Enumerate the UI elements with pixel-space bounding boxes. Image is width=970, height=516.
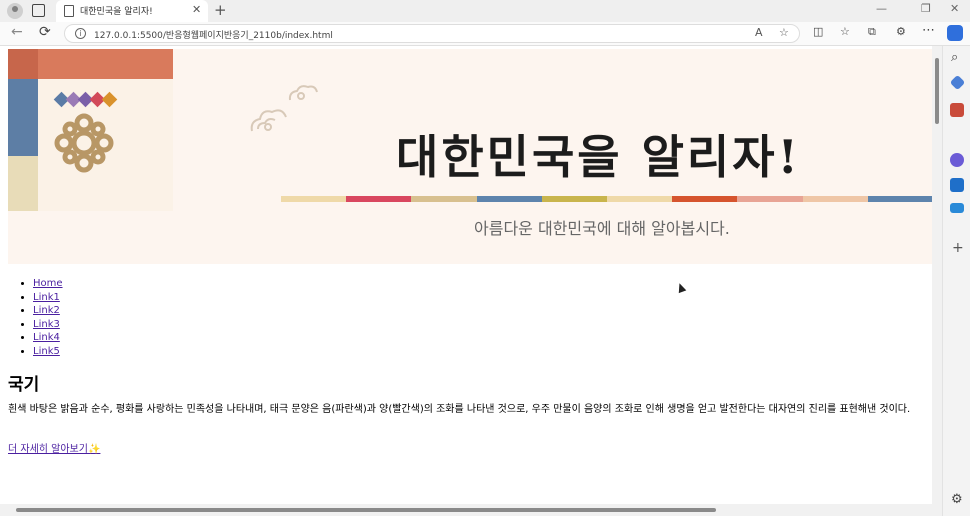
split-screen-icon[interactable]: ◫ [813,25,823,38]
stripe-segment [541,196,608,202]
new-tab-button[interactable]: + [214,1,227,19]
outlook-icon[interactable] [950,178,964,192]
nav-link-link1[interactable]: Link1 [33,292,60,303]
patchwork-block [8,79,38,156]
collections-icon[interactable]: ⧉ [868,25,876,39]
page-viewport: 대한민국을 알리자! 아름다운 대한민국에 대해 알아봅시다. Home Link… [0,46,942,516]
games-icon[interactable] [950,153,964,167]
stripe-segment [867,196,932,202]
more-menu-icon[interactable]: ⋯ [922,23,935,38]
nav-item: Link1 [33,291,63,305]
sidebar-add-icon[interactable]: + [952,240,964,256]
restore-button[interactable]: ❐ [921,2,931,15]
nav-link-link5[interactable]: Link5 [33,346,60,357]
title-bar: 대한민국을 알리자! ✕ + — ❐ ✕ [0,0,970,22]
nav-item: Home [33,277,63,291]
mouse-cursor [675,281,687,294]
nav-item: Link3 [33,318,63,332]
stripe-segment [607,196,673,202]
site-info-icon[interactable]: i [75,28,86,39]
tab-close-icon[interactable]: ✕ [192,3,201,16]
reload-button[interactable]: ⟳ [39,24,51,40]
stripe-segment [672,196,738,202]
patchwork-block [38,49,173,79]
nav-link-link2[interactable]: Link2 [33,305,60,316]
close-window-button[interactable]: ✕ [950,2,959,15]
profile-avatar[interactable] [7,3,23,19]
patchwork-block [8,49,38,79]
stripe-segment [411,196,477,202]
nav-link-link3[interactable]: Link3 [33,319,60,330]
extensions-icon[interactable]: ⚙ [896,25,906,38]
favorite-star-icon[interactable]: ☆ [779,26,789,39]
nav-item: Link4 [33,331,63,345]
stripe-segment [346,196,412,202]
back-button[interactable]: ← [11,24,23,40]
more-info-link[interactable]: 더 자세히 알아보기✨ [8,440,100,455]
active-tab[interactable]: 대한민국을 알리자! ✕ [56,0,208,22]
vertical-scrollbar[interactable] [932,46,942,504]
page-icon [64,5,74,17]
browser-sidebar: ⌕ + ⚙ [942,46,970,516]
nav-link-home[interactable]: Home [33,278,63,289]
stripe-segment [802,196,868,202]
address-bar[interactable]: i 127.0.0.1:5500/반응형웹페이지반응기_2110b/index.… [64,24,800,43]
nav-item: Link2 [33,304,63,318]
knot-ornament-icon [54,113,114,173]
banner-title: 대한민국을 알리자! [396,130,801,184]
sidebar-search-icon[interactable]: ⌕ [951,50,958,65]
nav-menu: Home Link1 Link2 Link3 Link4 Link5 [33,277,63,359]
shopping-tag-icon[interactable] [949,74,966,91]
header-banner: 대한민국을 알리자! 아름다운 대한민국에 대해 알아봅시다. [8,49,932,264]
favorites-icon[interactable]: ☆ [840,25,850,38]
stripe-segment [281,196,347,202]
address-toolbar: ← ⟳ i 127.0.0.1:5500/반응형웹페이지반응기_2110b/in… [0,22,970,46]
nav-item: Link5 [33,345,63,359]
cloud-ornament-icon [288,85,318,101]
colored-stripe [281,196,932,202]
minimize-button[interactable]: — [876,2,887,15]
patchwork-block [8,156,38,211]
tab-actions-icon[interactable] [32,4,45,17]
tab-title: 대한민국을 알리자! [80,7,153,17]
horizontal-scroll-thumb[interactable] [16,508,716,512]
drop-icon[interactable] [950,203,964,213]
vertical-scroll-thumb[interactable] [935,58,939,124]
banner-subtitle: 아름다운 대한민국에 대해 알아봅시다. [474,219,730,238]
stripe-segment [476,196,542,202]
section-heading: 국기 [8,375,40,395]
read-aloud-icon[interactable]: A [755,26,763,39]
stripe-segment [737,196,803,202]
cloud-ornament-icon [250,109,287,132]
copilot-icon[interactable] [947,25,963,41]
section-paragraph: 흰색 바탕은 밝음과 순수, 평화를 사랑하는 민족성을 나타내며, 태극 문양… [8,404,911,415]
nav-link-link4[interactable]: Link4 [33,332,60,343]
url-text[interactable]: 127.0.0.1:5500/반응형웹페이지반응기_2110b/index.ht… [94,28,333,41]
tools-icon[interactable] [950,103,964,117]
sidebar-settings-icon[interactable]: ⚙ [951,492,963,507]
horizontal-scrollbar[interactable] [0,504,942,516]
